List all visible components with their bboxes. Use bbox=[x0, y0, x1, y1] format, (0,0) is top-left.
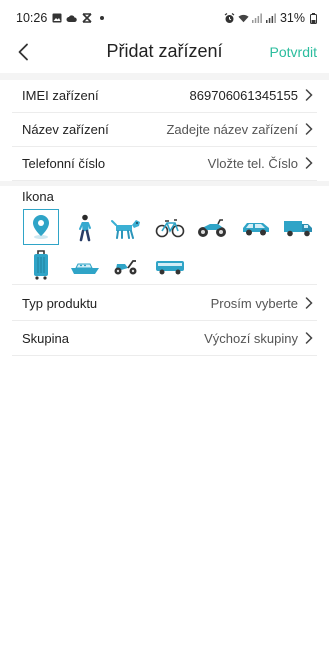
phone-row[interactable]: Telefonní číslo Vložte tel. Číslo bbox=[12, 146, 317, 181]
bicycle-icon bbox=[155, 219, 185, 238]
icon-section-label: Ikona bbox=[22, 189, 54, 204]
signal-icon bbox=[252, 13, 263, 24]
signal-icon bbox=[266, 13, 277, 24]
location-pin-icon bbox=[33, 215, 49, 239]
imei-label: IMEI zařízení bbox=[22, 87, 99, 103]
dot-icon bbox=[96, 13, 107, 24]
icon-option-boat[interactable] bbox=[67, 253, 103, 283]
chevron-right-icon bbox=[305, 123, 313, 135]
icon-option-motorcycle[interactable] bbox=[194, 213, 230, 243]
dog-icon bbox=[111, 220, 140, 239]
alarm-icon bbox=[224, 12, 235, 24]
bus-icon bbox=[156, 261, 184, 275]
chevron-right-icon bbox=[305, 89, 313, 101]
nav-bar: Přidat zařízení Potvrdit bbox=[0, 34, 329, 72]
phone-label: Telefonní číslo bbox=[22, 155, 106, 171]
battery-icon bbox=[308, 12, 319, 24]
device-name-label: Název zařízení bbox=[22, 121, 109, 137]
icon-picker: Ikona bbox=[12, 186, 317, 285]
scooter-icon bbox=[114, 260, 137, 275]
status-bar: 10:26 31% bbox=[0, 0, 329, 34]
truck-icon bbox=[284, 221, 312, 237]
icon-option-person[interactable] bbox=[67, 213, 103, 243]
icon-option-car[interactable] bbox=[238, 213, 274, 243]
chevron-right-icon bbox=[305, 332, 313, 344]
status-left: 10:26 bbox=[16, 11, 107, 25]
imei-value: 869706061345155 bbox=[189, 87, 298, 103]
phone-field[interactable]: Vložte tel. Číslo bbox=[208, 156, 298, 171]
device-name-field[interactable]: Zadejte název zařízení bbox=[166, 122, 298, 137]
status-time: 10:26 bbox=[16, 11, 48, 25]
icon-option-scooter[interactable] bbox=[108, 252, 144, 282]
group-value: Výchozí skupiny bbox=[204, 330, 298, 346]
chevron-right-icon bbox=[305, 297, 313, 309]
image-icon bbox=[51, 13, 62, 24]
car-icon bbox=[243, 223, 269, 236]
battery-percent: 31% bbox=[279, 11, 305, 25]
imei-row[interactable]: IMEI zařízení 869706061345155 bbox=[12, 78, 317, 113]
boat-icon bbox=[71, 263, 99, 274]
icon-option-truck[interactable] bbox=[280, 213, 316, 243]
group-label: Skupina bbox=[22, 330, 69, 346]
status-right: 31% bbox=[224, 11, 319, 25]
product-type-value: Prosím vyberte bbox=[210, 295, 298, 311]
icon-option-bicycle[interactable] bbox=[152, 213, 188, 243]
product-type-row[interactable]: Typ produktu Prosím vyberte bbox=[12, 286, 317, 321]
group-row[interactable]: Skupina Výchozí skupiny bbox=[12, 321, 317, 356]
icon-option-dog[interactable] bbox=[108, 213, 144, 243]
chevron-right-icon bbox=[305, 157, 313, 169]
confirm-button[interactable]: Potvrdit bbox=[270, 44, 317, 60]
device-name-row[interactable]: Název zařízení Zadejte název zařízení bbox=[12, 112, 317, 147]
motorcycle-icon bbox=[198, 219, 226, 237]
product-type-label: Typ produktu bbox=[22, 295, 98, 311]
wifi-icon bbox=[238, 13, 249, 24]
icon-option-bus[interactable] bbox=[152, 252, 188, 282]
x-sync-icon bbox=[81, 13, 92, 24]
icon-option-suitcase[interactable] bbox=[23, 250, 59, 280]
icon-option-location-pin[interactable] bbox=[23, 209, 59, 245]
person-walking-icon bbox=[79, 214, 91, 242]
cloud-icon bbox=[66, 13, 78, 24]
suitcase-icon bbox=[34, 250, 48, 280]
